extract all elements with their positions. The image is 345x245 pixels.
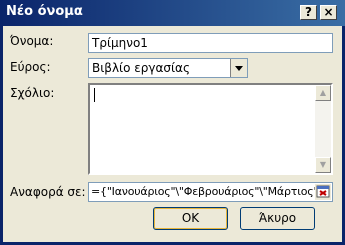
dialog-title: Νέο όνομα [6, 4, 83, 19]
ok-button[interactable]: OK [153, 207, 228, 230]
scope-dropdown-button[interactable] [230, 59, 247, 77]
comment-scrollbar[interactable]: ▲ ▼ [315, 85, 331, 173]
text-caret [94, 88, 95, 102]
help-button[interactable]: ? [300, 5, 317, 20]
name-input-value: Τρίμηνο1 [92, 36, 148, 50]
comment-label: Σχόλιο: [10, 86, 55, 100]
name-label: Όνομα: [10, 34, 54, 48]
refers-to-label: Αναφορά σε: [10, 185, 86, 199]
new-name-dialog: Νέο όνομα ? × Όνομα: Τρίμηνο1 Εύρος: Βιβ… [0, 0, 345, 245]
collapse-dialog-icon [316, 185, 330, 198]
scope-label: Εύρος: [10, 60, 51, 74]
cancel-button[interactable]: Άκυρο [240, 207, 315, 230]
comment-textarea[interactable]: ▲ ▼ [88, 83, 333, 175]
scroll-down-icon[interactable]: ▼ [315, 157, 331, 173]
chevron-down-icon [235, 66, 243, 71]
refers-to-input[interactable]: ={"Ιανουάριος"\"Φεβρουάριος"\"Μάρτιος"} [88, 182, 333, 202]
scope-select-value: Βιβλίο εργασίας [92, 61, 191, 75]
title-bar[interactable]: Νέο όνομα ? × [0, 0, 345, 26]
collapse-dialog-button[interactable] [315, 184, 331, 200]
name-input[interactable]: Τρίμηνο1 [88, 33, 333, 53]
close-button[interactable]: × [320, 5, 337, 20]
dialog-body: Όνομα: Τρίμηνο1 Εύρος: Βιβλίο εργασίας Σ… [3, 26, 342, 242]
refers-to-value: ={"Ιανουάριος"\"Φεβρουάριος"\"Μάρτιος"} [91, 185, 326, 198]
scroll-up-icon[interactable]: ▲ [315, 85, 331, 101]
scope-select[interactable]: Βιβλίο εργασίας [88, 58, 248, 78]
